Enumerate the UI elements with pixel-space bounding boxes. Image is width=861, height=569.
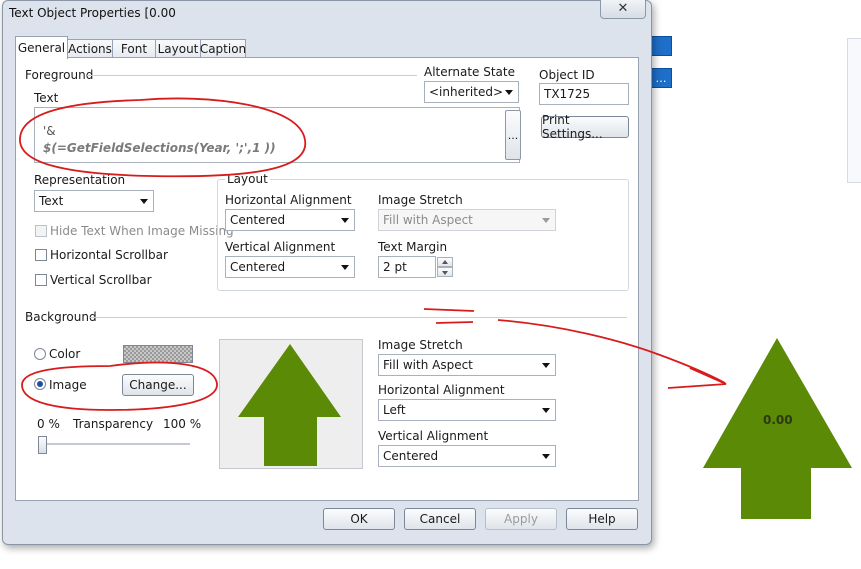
- horizontal-scrollbar-label: Horizontal Scrollbar: [50, 248, 168, 262]
- bg-h-align-select[interactable]: Left: [378, 399, 556, 421]
- alternate-state-select[interactable]: <inherited>: [424, 81, 519, 103]
- ok-button[interactable]: OK: [323, 508, 395, 530]
- chevron-down-icon: [341, 218, 349, 223]
- text-object-properties-dialog: Text Object Properties [0.00 ✕ General A…: [2, 0, 652, 545]
- up-arrow-icon: [703, 338, 852, 519]
- representation-select[interactable]: Text: [34, 190, 154, 212]
- bg-image-stretch-select[interactable]: Fill with Aspect: [378, 354, 556, 376]
- layout-h-align-label: Horizontal Alignment: [225, 193, 352, 207]
- transparency-slider-track[interactable]: [40, 443, 190, 446]
- close-icon: ✕: [617, 0, 629, 16]
- up-arrow-icon: [238, 344, 341, 466]
- text-expression-line2: $(=GetFieldSelections(Year, ';',1 )): [43, 141, 276, 155]
- representation-label: Representation: [34, 173, 126, 187]
- sheet-up-arrow-object[interactable]: [700, 336, 855, 521]
- layout-group-title: Layout: [225, 172, 270, 186]
- bg-h-align-label: Horizontal Alignment: [378, 383, 505, 397]
- transparency-slider-handle[interactable]: [38, 436, 47, 454]
- tab-general[interactable]: General: [15, 36, 68, 59]
- bg-image-stretch-label: Image Stretch: [378, 338, 463, 352]
- apply-button[interactable]: Apply: [485, 508, 557, 530]
- spin-down-icon[interactable]: [437, 267, 453, 277]
- text-margin-value: 2 pt: [383, 260, 407, 274]
- chevron-down-icon: [542, 408, 550, 413]
- foreground-divider: [87, 75, 417, 76]
- background-divider: [89, 317, 627, 318]
- representation-value: Text: [39, 194, 64, 208]
- background-app-button-more[interactable]: …: [650, 68, 672, 88]
- foreground-section-label: Foreground: [25, 68, 94, 82]
- background-app-button[interactable]: [650, 36, 672, 56]
- alternate-state-label: Alternate State: [424, 65, 515, 79]
- color-label: Color: [49, 347, 81, 361]
- bg-v-align-value: Centered: [383, 449, 439, 463]
- background-app-panel: [847, 38, 861, 183]
- image-radio[interactable]: [34, 378, 46, 390]
- layout-v-align-value: Centered: [230, 260, 286, 274]
- chevron-down-icon: [140, 199, 148, 204]
- help-button[interactable]: Help: [566, 508, 638, 530]
- color-radio[interactable]: [34, 348, 46, 360]
- close-button[interactable]: ✕: [600, 0, 646, 19]
- bg-v-align-select[interactable]: Centered: [378, 445, 556, 467]
- background-section-label: Background: [25, 310, 97, 324]
- bg-image-stretch-value: Fill with Aspect: [383, 358, 473, 372]
- layout-v-align-select[interactable]: Centered: [225, 256, 355, 278]
- object-id-value: TX1725: [544, 87, 591, 101]
- chevron-down-icon: [542, 218, 550, 223]
- cancel-button[interactable]: Cancel: [404, 508, 476, 530]
- preview-svg: [238, 344, 341, 466]
- text-expression-line1: '&: [43, 124, 56, 138]
- object-id-label: Object ID: [539, 68, 595, 82]
- object-id-field[interactable]: TX1725: [539, 83, 629, 105]
- radio-selected-dot: [37, 381, 43, 387]
- layout-image-stretch-select[interactable]: Fill with Aspect: [378, 209, 556, 231]
- layout-h-align-value: Centered: [230, 213, 286, 227]
- bg-v-align-label: Vertical Alignment: [378, 429, 489, 443]
- tab-layout[interactable]: Layout: [155, 39, 201, 58]
- text-margin-spinner[interactable]: [437, 257, 453, 277]
- hide-text-label: Hide Text When Image Missing: [50, 224, 234, 238]
- tab-caption[interactable]: Caption: [200, 39, 246, 58]
- chevron-down-icon: [542, 454, 550, 459]
- text-label: Text: [34, 91, 59, 105]
- layout-h-align-select[interactable]: Centered: [225, 209, 355, 231]
- vertical-scrollbar-label: Vertical Scrollbar: [50, 273, 152, 287]
- alternate-state-value: <inherited>: [429, 85, 504, 99]
- horizontal-scrollbar-checkbox[interactable]: [35, 249, 47, 261]
- expression-editor-button[interactable]: ...: [505, 110, 521, 160]
- window-title: Text Object Properties [0.00: [9, 6, 176, 20]
- print-settings-button[interactable]: Print Settings...: [541, 113, 629, 141]
- chevron-down-icon: [341, 265, 349, 270]
- sheet-object-value: 0.00: [763, 413, 793, 427]
- color-swatch[interactable]: [123, 345, 193, 363]
- spin-up-icon[interactable]: [437, 257, 453, 267]
- background-image-preview: [219, 339, 363, 469]
- text-expression-field[interactable]: '& $(=GetFieldSelections(Year, ';',1 )): [34, 107, 520, 163]
- tab-actions[interactable]: Actions: [67, 39, 113, 58]
- hide-text-checkbox[interactable]: [35, 225, 47, 237]
- transparency-label: Transparency: [73, 417, 154, 431]
- transparency-min-label: 0 %: [37, 417, 60, 431]
- layout-image-stretch-value: Fill with Aspect: [383, 213, 473, 227]
- bg-h-align-value: Left: [383, 403, 406, 417]
- transparency-max-label: 100 %: [163, 417, 202, 431]
- tab-font[interactable]: Font: [112, 39, 156, 58]
- text-margin-label: Text Margin: [378, 240, 448, 254]
- change-image-button[interactable]: Change...: [122, 374, 194, 396]
- title-bar[interactable]: Text Object Properties [0.00 ✕: [3, 0, 651, 29]
- text-margin-field[interactable]: 2 pt: [378, 256, 436, 278]
- layout-image-stretch-label: Image Stretch: [378, 193, 463, 207]
- vertical-scrollbar-checkbox[interactable]: [35, 274, 47, 286]
- layout-v-align-label: Vertical Alignment: [225, 240, 336, 254]
- image-label: Image: [49, 378, 87, 392]
- chevron-down-icon: [505, 90, 513, 95]
- chevron-down-icon: [542, 363, 550, 368]
